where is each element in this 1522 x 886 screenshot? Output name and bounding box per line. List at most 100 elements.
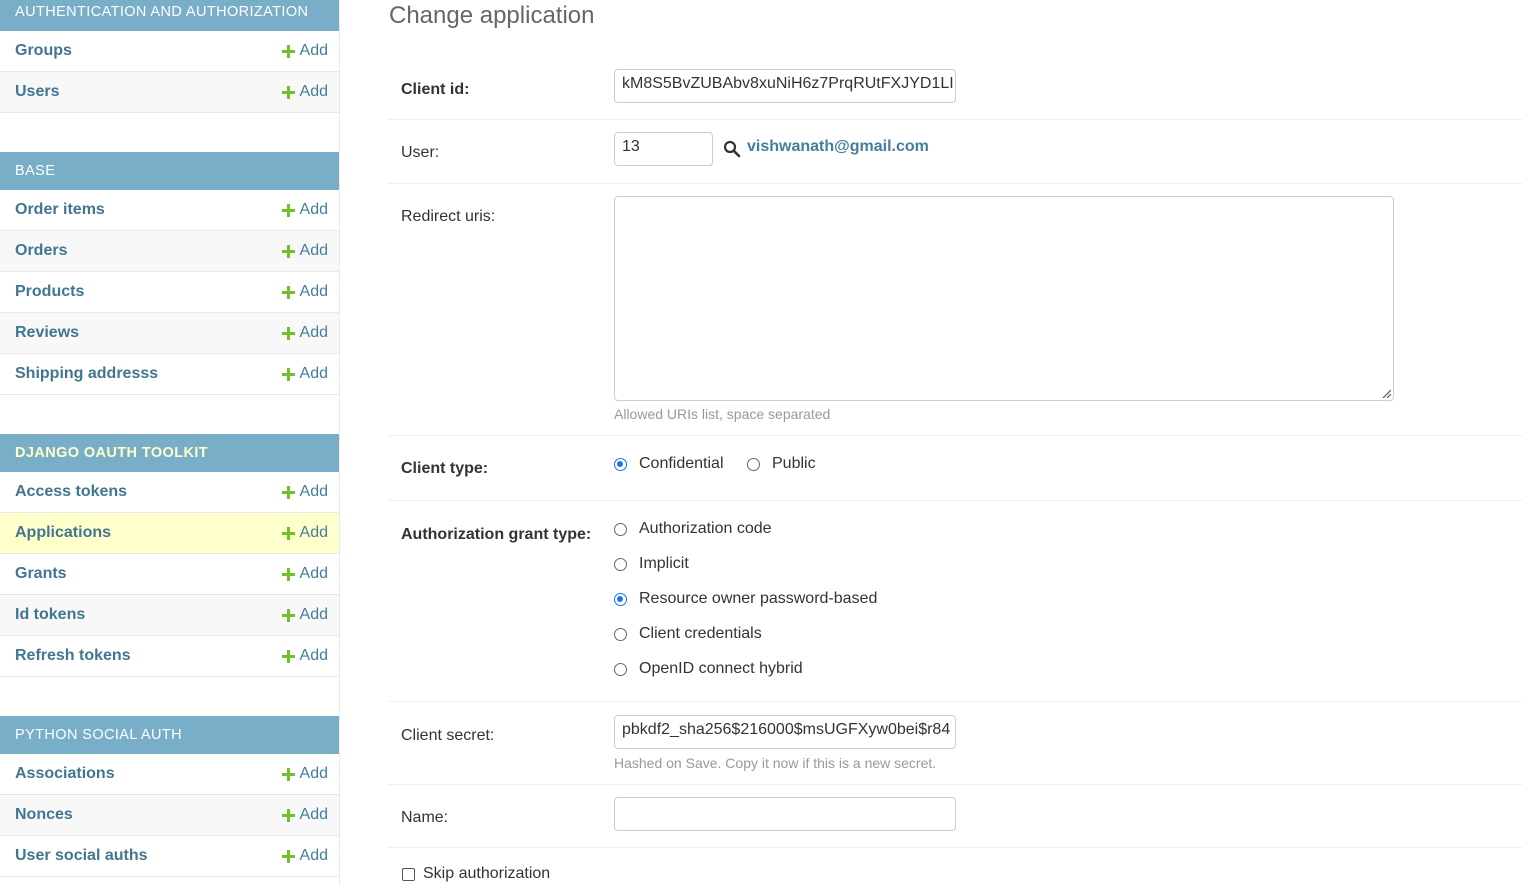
module-base: Base Order items Add Orders Add Products… <box>0 152 339 395</box>
add-link[interactable]: Add <box>281 765 328 783</box>
grant-type-label: Authorization grant type: <box>401 526 592 543</box>
add-link[interactable]: Add <box>281 806 328 824</box>
model-link[interactable]: Groups <box>15 42 72 60</box>
user-id-input[interactable]: 13 <box>614 132 713 166</box>
plus-icon <box>281 285 295 299</box>
add-link[interactable]: Add <box>281 283 328 301</box>
model-link[interactable]: Associations <box>15 765 115 783</box>
model-link[interactable]: Id tokens <box>15 606 85 624</box>
sidebar-item-grants: Grants Add <box>0 554 339 595</box>
add-link[interactable]: Add <box>281 524 328 542</box>
add-label: Add <box>299 565 328 582</box>
form-row-name: Name: <box>389 785 1522 848</box>
plus-icon <box>281 649 295 663</box>
radio-password[interactable]: Resource owner password-based <box>614 590 877 608</box>
radio-client-credentials[interactable]: Client credentials <box>614 625 762 643</box>
plus-icon <box>281 849 295 863</box>
client-type-label: Client type: <box>401 460 489 477</box>
add-link[interactable]: Add <box>281 606 328 624</box>
sidebar-item-shipping-address: Shipping addresss Add <box>0 354 339 395</box>
module-auth: Authentication and Authorization Groups … <box>0 0 339 113</box>
radio-button[interactable] <box>614 457 627 471</box>
skip-authorization-label: Skip authorization <box>423 865 551 882</box>
add-link[interactable]: Add <box>281 565 328 583</box>
plus-icon <box>281 808 295 822</box>
user-label: User: <box>401 144 440 161</box>
app-sidebar: Authentication and Authorization Groups … <box>0 0 340 886</box>
radio-openid-hybrid[interactable]: OpenID connect hybrid <box>614 660 803 678</box>
model-link[interactable]: Shipping addresss <box>15 365 158 383</box>
main-content: Change application Client id: kM8S5BvZUB… <box>389 0 1522 886</box>
skip-authorization-row[interactable]: Skip authorization <box>402 865 550 883</box>
add-label: Add <box>299 847 328 864</box>
client-secret-input[interactable]: pbkdf2_sha256$216000$msUGFXyw0bei$r84 <box>614 715 956 749</box>
add-link[interactable]: Add <box>281 647 328 665</box>
add-label: Add <box>299 242 328 259</box>
radio-button[interactable] <box>614 627 627 641</box>
radio-confidential[interactable]: Confidential <box>614 455 724 473</box>
sidebar-item-user-social-auths: User social auths Add <box>0 836 339 877</box>
add-link[interactable]: Add <box>281 324 328 342</box>
add-label: Add <box>299 201 328 218</box>
radio-public[interactable]: Public <box>747 455 816 473</box>
module-caption[interactable]: Django OAuth Toolkit <box>0 434 339 472</box>
name-input[interactable] <box>614 797 956 831</box>
radio-label: OpenID connect hybrid <box>639 660 803 677</box>
add-link[interactable]: Add <box>281 201 328 219</box>
model-link[interactable]: Nonces <box>15 806 73 824</box>
form-row-client-id: Client id: kM8S5BvZUBAbv8xuNiH6z7PrqRUtF… <box>389 54 1522 120</box>
add-label: Add <box>299 806 328 823</box>
redirect-uris-textarea[interactable] <box>614 196 1394 401</box>
model-link[interactable]: Refresh tokens <box>15 647 131 665</box>
client-secret-help: Hashed on Save. Copy it now if this is a… <box>614 755 937 771</box>
add-label: Add <box>299 365 328 382</box>
model-link[interactable]: Access tokens <box>15 483 127 501</box>
add-link[interactable]: Add <box>281 42 328 60</box>
model-link[interactable]: Grants <box>15 565 67 583</box>
sidebar-item-access-tokens: Access tokens Add <box>0 472 339 513</box>
add-label: Add <box>299 765 328 782</box>
radio-button[interactable] <box>614 592 627 606</box>
model-link[interactable]: Applications <box>15 524 111 542</box>
module-caption[interactable]: Base <box>0 152 339 190</box>
model-link[interactable]: User social auths <box>15 847 148 865</box>
model-link[interactable]: Orders <box>15 242 67 260</box>
sidebar-item-order-items: Order items Add <box>0 190 339 231</box>
add-link[interactable]: Add <box>281 483 328 501</box>
radio-implicit[interactable]: Implicit <box>614 555 689 573</box>
module-social-auth: Python Social Auth Associations Add Nonc… <box>0 716 339 877</box>
page-title: Change application <box>389 2 595 29</box>
client-secret-label: Client secret: <box>401 727 495 744</box>
radio-button[interactable] <box>747 457 760 471</box>
plus-icon <box>281 485 295 499</box>
radio-label: Client credentials <box>639 625 762 642</box>
client-id-label: Client id: <box>401 81 470 98</box>
plus-icon <box>281 85 295 99</box>
module-caption[interactable]: Python Social Auth <box>0 716 339 754</box>
plus-icon <box>281 526 295 540</box>
add-link[interactable]: Add <box>281 847 328 865</box>
radio-authorization-code[interactable]: Authorization code <box>614 520 772 538</box>
radio-button[interactable] <box>614 662 627 676</box>
skip-authorization-checkbox[interactable] <box>402 867 415 881</box>
add-link[interactable]: Add <box>281 83 328 101</box>
plus-icon <box>281 44 295 58</box>
model-link[interactable]: Reviews <box>15 324 79 342</box>
add-label: Add <box>299 83 328 100</box>
client-id-input[interactable]: kM8S5BvZUBAbv8xuNiH6z7PrqRUtFXJYD1LI <box>614 69 956 103</box>
search-icon[interactable] <box>723 140 741 158</box>
sidebar-item-id-tokens: Id tokens Add <box>0 595 339 636</box>
radio-button[interactable] <box>614 522 627 536</box>
model-link[interactable]: Order items <box>15 201 105 219</box>
model-link[interactable]: Users <box>15 83 59 101</box>
resize-handle-icon[interactable] <box>1382 389 1391 398</box>
radio-button[interactable] <box>614 557 627 571</box>
add-link[interactable]: Add <box>281 242 328 260</box>
sidebar-item-nonces: Nonces Add <box>0 795 339 836</box>
add-link[interactable]: Add <box>281 365 328 383</box>
module-caption[interactable]: Authentication and Authorization <box>0 0 339 31</box>
user-link[interactable]: vishwanath@gmail.com <box>747 138 929 156</box>
radio-label: Confidential <box>639 455 724 472</box>
sidebar-item-products: Products Add <box>0 272 339 313</box>
model-link[interactable]: Products <box>15 283 84 301</box>
